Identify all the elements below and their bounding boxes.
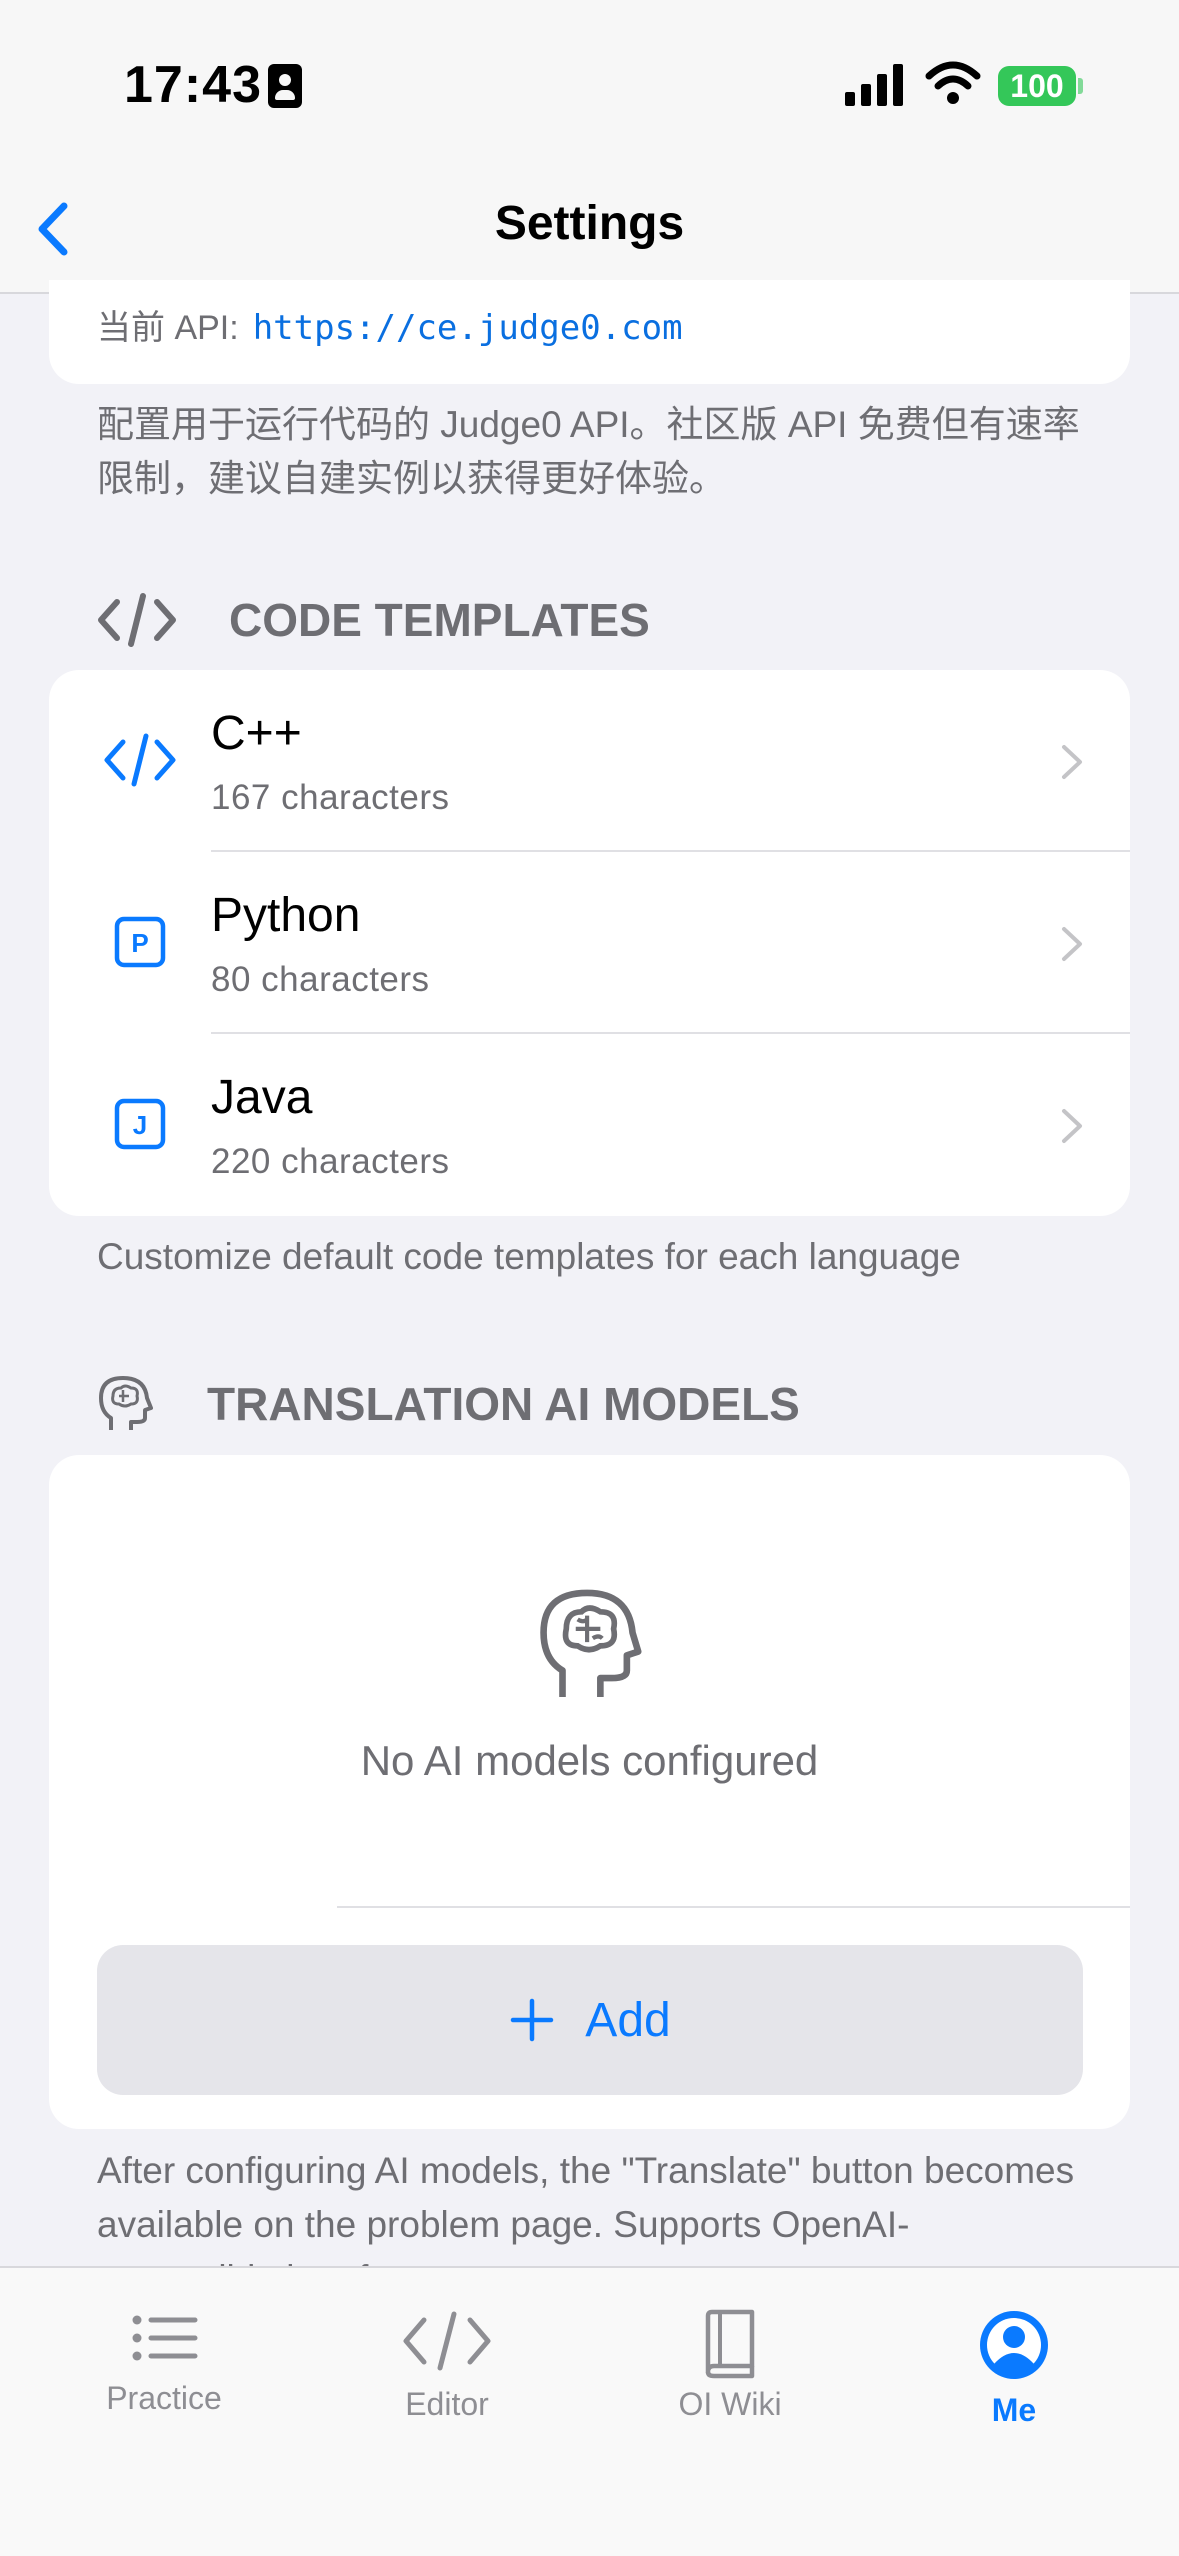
tab-label: Editor	[405, 2386, 489, 2422]
empty-state-text: No AI models configured	[360, 1737, 819, 1784]
battery-indicator: 100	[998, 66, 1076, 106]
ai-models-footnote: After configuring AI models, the "Transl…	[97, 2150, 1075, 2266]
ai-models-card: No AI models configured Add	[49, 1455, 1130, 2129]
cellular-signal-icon	[845, 64, 903, 106]
api-card: 当前 API: https://ce.judge0.com	[49, 280, 1130, 384]
tab-practice[interactable]: Practice	[64, 2308, 264, 2417]
book-icon	[705, 2309, 755, 2379]
java-letter: J	[133, 1110, 147, 1140]
status-time: 17:43	[124, 56, 262, 114]
letter-j-square-icon: J	[114, 1098, 166, 1150]
template-row-java[interactable]: J Java 220 characters	[49, 1034, 1130, 1216]
api-url[interactable]: https://ce.judge0.com	[253, 308, 683, 348]
tab-bar: Practice Editor OI Wiki Me	[0, 2266, 1179, 2556]
tab-me[interactable]: Me	[914, 2308, 1114, 2429]
tab-editor[interactable]: Editor	[347, 2308, 547, 2423]
template-language: Python	[211, 889, 361, 942]
template-length: 167 characters	[211, 778, 450, 817]
wifi-icon	[925, 61, 981, 104]
add-button-label: Add	[585, 1993, 671, 2047]
row-divider	[337, 1906, 1130, 1908]
letter-p-square-icon: P	[114, 916, 166, 968]
person-circle-icon	[980, 2311, 1048, 2379]
brain-head-icon	[99, 1376, 153, 1430]
page-title: Settings	[494, 197, 685, 250]
section-header-ai-models: TRANSLATION AI MODELS	[97, 1372, 800, 1436]
list-icon	[132, 2315, 198, 2361]
templates-card: C++ 167 characters P Python 80 character…	[49, 670, 1130, 1216]
chevron-right-icon	[1062, 1109, 1082, 1143]
tab-label: OI Wiki	[678, 2386, 782, 2422]
template-length: 220 characters	[211, 1142, 450, 1181]
tab-label: Me	[991, 2392, 1037, 2428]
plus-icon	[511, 1998, 554, 2042]
tab-oi-wiki[interactable]: OI Wiki	[630, 2308, 830, 2423]
template-language: C++	[211, 707, 302, 760]
code-brackets-icon	[104, 733, 176, 787]
code-icon	[403, 2311, 491, 2371]
chevron-right-icon	[1062, 745, 1082, 779]
add-ai-model-button[interactable]: Add	[97, 1945, 1083, 2095]
templates-footnote: Customize default code templates for eac…	[97, 1236, 961, 1277]
brain-head-icon	[540, 1589, 642, 1697]
python-letter: P	[131, 928, 148, 958]
template-row-python[interactable]: P Python 80 characters	[49, 852, 1130, 1034]
template-length: 80 characters	[211, 960, 430, 999]
section-title: CODE TEMPLATES	[229, 594, 650, 646]
api-info: 当前 API: https://ce.judge0.com	[97, 300, 683, 349]
section-title: TRANSLATION AI MODELS	[207, 1378, 800, 1430]
chevron-right-icon	[1062, 927, 1082, 961]
battery-tip	[1078, 78, 1083, 94]
code-brackets-icon	[98, 593, 176, 647]
status-bar: 17:43 100	[0, 0, 1179, 170]
template-row-cpp[interactable]: C++ 167 characters	[49, 670, 1130, 852]
section-header-code-templates: CODE TEMPLATES	[97, 592, 650, 648]
api-footnote: 配置用于运行代码的 Judge0 API。社区版 API 免费但有速率限制，建议…	[97, 404, 1080, 499]
navigation-bar: Settings	[0, 170, 1179, 294]
api-label: 当前 API:	[97, 309, 239, 347]
template-language: Java	[211, 1071, 313, 1124]
tab-label: Practice	[106, 2380, 222, 2416]
contact-card-icon	[268, 64, 302, 108]
